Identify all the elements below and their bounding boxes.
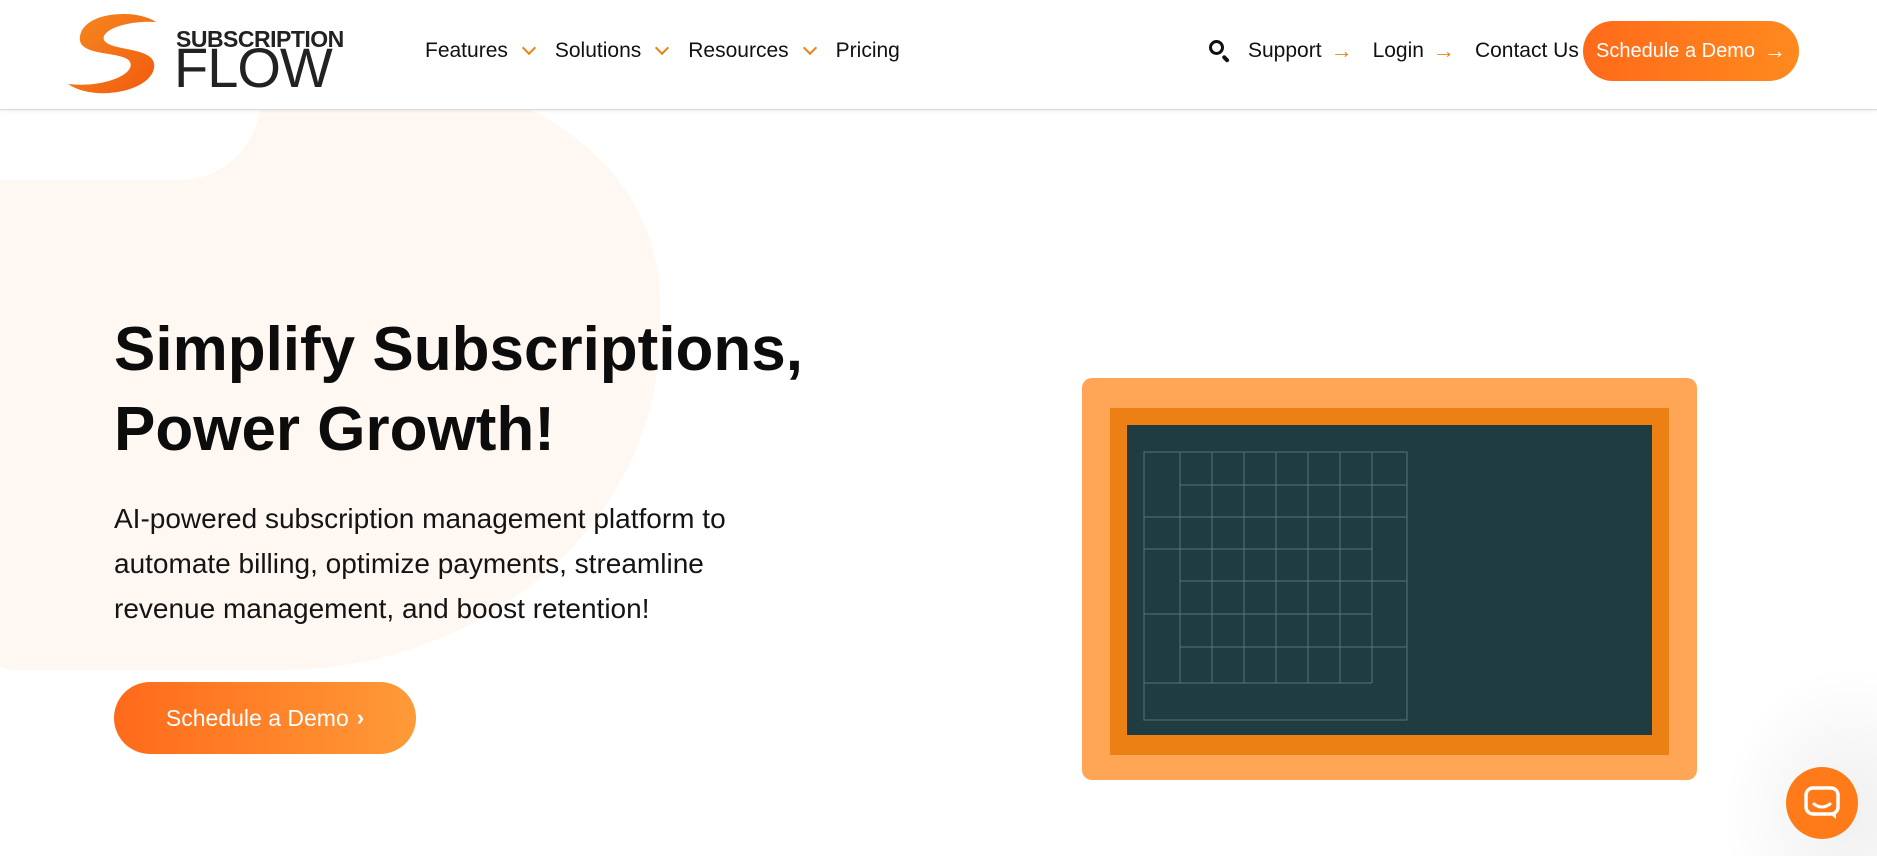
logo-swirl-icon xyxy=(68,13,156,94)
nav-item-label: Solutions xyxy=(554,39,642,62)
illustration-screen xyxy=(1127,425,1652,735)
hero-subtitle-line: revenue management, and boost retention! xyxy=(114,593,650,624)
nav-item-resources[interactable]: Resources xyxy=(688,39,817,63)
hero-subtitle-line: AI-powered subscription management platf… xyxy=(114,503,726,534)
header-schedule-demo-label: Schedule a Demo xyxy=(1596,39,1755,62)
illustration-frame xyxy=(1110,408,1669,755)
logo-main-text: FLOW xyxy=(174,36,333,99)
hero-subtitle-line: automate billing, optimize payments, str… xyxy=(114,548,704,579)
hero-schedule-demo-button[interactable]: Schedule a Demo › xyxy=(114,682,416,754)
arrow-right-icon: → xyxy=(1330,38,1353,63)
arrow-right-icon: → xyxy=(1432,38,1455,63)
nav-item-features[interactable]: Features xyxy=(425,39,536,63)
header-schedule-demo-button[interactable]: Schedule a Demo → xyxy=(1583,21,1799,81)
hero-title-line: Power Growth! xyxy=(114,395,555,464)
grid-illustration-icon xyxy=(1143,451,1408,721)
nav-item-label: Features xyxy=(425,39,508,62)
nav-item-solutions[interactable]: Solutions xyxy=(554,39,670,63)
contact-link[interactable]: Contact Us xyxy=(1475,39,1579,63)
site-header: SUBSCRIPTION FLOW Features Solutions Res… xyxy=(0,0,1877,110)
search-icon[interactable] xyxy=(1208,39,1232,63)
nav-item-label: Resources xyxy=(688,39,789,62)
chat-bubble-icon xyxy=(1804,786,1840,819)
support-link[interactable]: Support → xyxy=(1248,38,1353,64)
main-nav: Features Solutions Resources Pricing xyxy=(425,36,921,66)
contact-link-label: Contact Us xyxy=(1474,39,1579,62)
hero-title: Simplify Subscriptions, Power Growth! xyxy=(114,310,874,470)
chat-widget-button[interactable] xyxy=(1786,767,1858,839)
dashboard-illustration xyxy=(1082,378,1697,780)
logo[interactable]: SUBSCRIPTION FLOW xyxy=(64,10,344,99)
arrow-right-icon: → xyxy=(1763,38,1786,63)
chevron-down-icon xyxy=(655,40,670,56)
chevron-right-icon: › xyxy=(356,705,365,730)
support-link-label: Support xyxy=(1248,39,1322,62)
hero-schedule-demo-label: Schedule a Demo xyxy=(165,704,349,731)
utility-nav: Support → Login → Contact Us xyxy=(1208,30,1599,72)
chevron-down-icon xyxy=(521,40,536,56)
hero-title-line: Simplify Subscriptions, xyxy=(114,315,803,384)
login-link[interactable]: Login → xyxy=(1373,38,1455,64)
nav-item-label: Pricing xyxy=(835,39,900,62)
nav-item-pricing[interactable]: Pricing xyxy=(836,39,900,63)
hero-subtitle: AI-powered subscription management platf… xyxy=(114,496,814,631)
background-blob-cut xyxy=(0,100,260,180)
login-link-label: Login xyxy=(1372,39,1424,62)
chevron-down-icon xyxy=(802,40,817,56)
